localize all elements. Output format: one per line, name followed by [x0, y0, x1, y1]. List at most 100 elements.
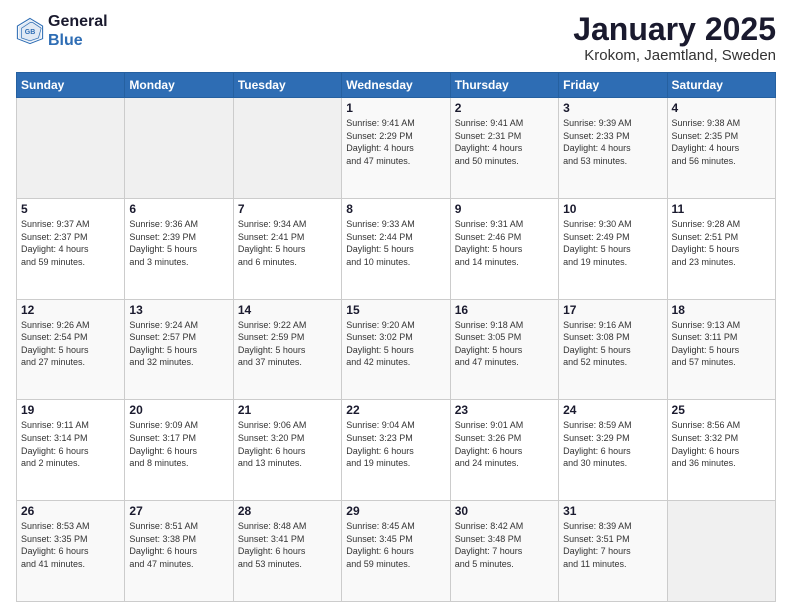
cell-week3-day5: 17Sunrise: 9:16 AM Sunset: 3:08 PM Dayli… — [559, 299, 667, 400]
cell-week4-day4: 23 Sunrise: 9:01 AM Sunset: 3:26 PM Dayli… — [450, 400, 558, 501]
day-info: Sunrise: 9:37 AM Sunset: 2:37 PM Dayligh… — [21, 218, 120, 268]
day-number: 22 — [346, 403, 445, 417]
week-row-4: 19 Sunrise: 9:11 AM Sunset: 3:14 PM Dayli… — [17, 400, 776, 501]
cell-week1-day3: 1 Sunrise: 9:41 AM Sunset: 2:29 PM Daylig… — [342, 98, 450, 199]
day-info: Sunrise: 9:09 AM Sunset: 3:17 PM Dayligh… — [129, 419, 228, 469]
day-number: 9 — [455, 202, 554, 216]
day-info: Sunrise: 9:39 AM Sunset: 2:33 PM Dayligh… — [563, 117, 662, 167]
day-number: 8 — [346, 202, 445, 216]
day-info: Sunrise: 8:53 AM Sunset: 3:35 PM Dayligh… — [21, 520, 120, 570]
day-info: Sunrise: 8:51 AM Sunset: 3:38 PM Dayligh… — [129, 520, 228, 570]
day-number: 31 — [563, 504, 662, 518]
day-info: Sunrise: 9:41 AM Sunset: 2:29 PM Dayligh… — [346, 117, 445, 167]
day-info: Sunrise: 9:22 AM Sunset: 2:59 PM Dayligh… — [238, 319, 337, 369]
cell-week2-day1: 6Sunrise: 9:36 AM Sunset: 2:39 PM Daylig… — [125, 198, 233, 299]
cell-week1-day5: 3 Sunrise: 9:39 AM Sunset: 2:33 PM Daylig… — [559, 98, 667, 199]
calendar-table: Sunday Monday Tuesday Wednesday Thursday… — [16, 72, 776, 602]
day-info: Sunrise: 9:04 AM Sunset: 3:23 PM Dayligh… — [346, 419, 445, 469]
header-tuesday: Tuesday — [233, 73, 341, 98]
day-info: Sunrise: 8:39 AM Sunset: 3:51 PM Dayligh… — [563, 520, 662, 570]
cell-week2-day4: 9 Sunrise: 9:31 AM Sunset: 2:46 PM Daylig… — [450, 198, 558, 299]
cell-week4-day5: 24 Sunrise: 8:59 AM Sunset: 3:29 PM Dayli… — [559, 400, 667, 501]
cell-week5-day5: 31 Sunrise: 8:39 AM Sunset: 3:51 PM Dayli… — [559, 501, 667, 602]
day-info: Sunrise: 9:33 AM Sunset: 2:44 PM Dayligh… — [346, 218, 445, 268]
day-number: 3 — [563, 101, 662, 115]
day-info: Sunrise: 9:30 AM Sunset: 2:49 PM Dayligh… — [563, 218, 662, 268]
day-info: Sunrise: 9:11 AM Sunset: 3:14 PM Dayligh… — [21, 419, 120, 469]
cell-week3-day0: 12 Sunrise: 9:26 AM Sunset: 2:54 PM Dayli… — [17, 299, 125, 400]
cell-week2-day5: 10Sunrise: 9:30 AM Sunset: 2:49 PM Dayli… — [559, 198, 667, 299]
calendar-subtitle: Krokom, Jaemtland, Sweden — [573, 47, 776, 64]
weekday-header-row: Sunday Monday Tuesday Wednesday Thursday… — [17, 73, 776, 98]
day-number: 26 — [21, 504, 120, 518]
day-info: Sunrise: 9:20 AM Sunset: 3:02 PM Dayligh… — [346, 319, 445, 369]
header-friday: Friday — [559, 73, 667, 98]
day-number: 14 — [238, 303, 337, 317]
calendar-body: 1 Sunrise: 9:41 AM Sunset: 2:29 PM Daylig… — [17, 98, 776, 602]
day-number: 21 — [238, 403, 337, 417]
day-info: Sunrise: 9:06 AM Sunset: 3:20 PM Dayligh… — [238, 419, 337, 469]
day-info: Sunrise: 9:28 AM Sunset: 2:51 PM Dayligh… — [672, 218, 771, 268]
header-saturday: Saturday — [667, 73, 775, 98]
day-number: 12 — [21, 303, 120, 317]
cell-week1-day4: 2 Sunrise: 9:41 AM Sunset: 2:31 PM Daylig… — [450, 98, 558, 199]
cell-week3-day3: 15 Sunrise: 9:20 AM Sunset: 3:02 PM Dayli… — [342, 299, 450, 400]
day-number: 24 — [563, 403, 662, 417]
week-row-1: 1 Sunrise: 9:41 AM Sunset: 2:29 PM Daylig… — [17, 98, 776, 199]
header-monday: Monday — [125, 73, 233, 98]
cell-week1-day1 — [125, 98, 233, 199]
day-info: Sunrise: 8:59 AM Sunset: 3:29 PM Dayligh… — [563, 419, 662, 469]
cell-week4-day3: 22 Sunrise: 9:04 AM Sunset: 3:23 PM Dayli… — [342, 400, 450, 501]
cell-week4-day1: 20 Sunrise: 9:09 AM Sunset: 3:17 PM Dayli… — [125, 400, 233, 501]
cell-week5-day1: 27 Sunrise: 8:51 AM Sunset: 3:38 PM Dayli… — [125, 501, 233, 602]
day-number: 2 — [455, 101, 554, 115]
logo-text: General Blue — [48, 12, 108, 50]
day-info: Sunrise: 9:26 AM Sunset: 2:54 PM Dayligh… — [21, 319, 120, 369]
cell-week5-day2: 28Sunrise: 8:48 AM Sunset: 3:41 PM Dayli… — [233, 501, 341, 602]
day-info: Sunrise: 9:38 AM Sunset: 2:35 PM Dayligh… — [672, 117, 771, 167]
logo-icon: GB — [16, 17, 44, 45]
cell-week4-day2: 21 Sunrise: 9:06 AM Sunset: 3:20 PM Dayli… — [233, 400, 341, 501]
day-number: 16 — [455, 303, 554, 317]
cell-week3-day4: 16 Sunrise: 9:18 AM Sunset: 3:05 PM Dayli… — [450, 299, 558, 400]
cell-week4-day0: 19 Sunrise: 9:11 AM Sunset: 3:14 PM Dayli… — [17, 400, 125, 501]
cell-week1-day6: 4 Sunrise: 9:38 AM Sunset: 2:35 PM Daylig… — [667, 98, 775, 199]
calendar-header: Sunday Monday Tuesday Wednesday Thursday… — [17, 73, 776, 98]
day-number: 11 — [672, 202, 771, 216]
day-number: 23 — [455, 403, 554, 417]
cell-week1-day0 — [17, 98, 125, 199]
day-number: 28 — [238, 504, 337, 518]
day-info: Sunrise: 9:36 AM Sunset: 2:39 PM Dayligh… — [129, 218, 228, 268]
day-number: 5 — [21, 202, 120, 216]
day-number: 19 — [21, 403, 120, 417]
day-number: 4 — [672, 101, 771, 115]
day-number: 27 — [129, 504, 228, 518]
day-number: 25 — [672, 403, 771, 417]
day-number: 20 — [129, 403, 228, 417]
day-number: 15 — [346, 303, 445, 317]
day-number: 29 — [346, 504, 445, 518]
day-info: Sunrise: 9:18 AM Sunset: 3:05 PM Dayligh… — [455, 319, 554, 369]
week-row-2: 5 Sunrise: 9:37 AM Sunset: 2:37 PM Daylig… — [17, 198, 776, 299]
day-info: Sunrise: 9:13 AM Sunset: 3:11 PM Dayligh… — [672, 319, 771, 369]
cell-week2-day3: 8 Sunrise: 9:33 AM Sunset: 2:44 PM Daylig… — [342, 198, 450, 299]
day-number: 30 — [455, 504, 554, 518]
logo: GB General Blue — [16, 12, 108, 50]
day-info: Sunrise: 8:42 AM Sunset: 3:48 PM Dayligh… — [455, 520, 554, 570]
header-sunday: Sunday — [17, 73, 125, 98]
cell-week2-day2: 7Sunrise: 9:34 AM Sunset: 2:41 PM Daylig… — [233, 198, 341, 299]
day-number: 1 — [346, 101, 445, 115]
cell-week3-day6: 18Sunrise: 9:13 AM Sunset: 3:11 PM Dayli… — [667, 299, 775, 400]
day-info: Sunrise: 9:41 AM Sunset: 2:31 PM Dayligh… — [455, 117, 554, 167]
calendar-title: January 2025 — [573, 12, 776, 47]
day-info: Sunrise: 9:01 AM Sunset: 3:26 PM Dayligh… — [455, 419, 554, 469]
cell-week2-day6: 11 Sunrise: 9:28 AM Sunset: 2:51 PM Dayli… — [667, 198, 775, 299]
cell-week3-day1: 13Sunrise: 9:24 AM Sunset: 2:57 PM Dayli… — [125, 299, 233, 400]
cell-week5-day6 — [667, 501, 775, 602]
cell-week4-day6: 25Sunrise: 8:56 AM Sunset: 3:32 PM Dayli… — [667, 400, 775, 501]
cell-week1-day2 — [233, 98, 341, 199]
header-wednesday: Wednesday — [342, 73, 450, 98]
day-info: Sunrise: 9:31 AM Sunset: 2:46 PM Dayligh… — [455, 218, 554, 268]
cell-week5-day3: 29Sunrise: 8:45 AM Sunset: 3:45 PM Dayli… — [342, 501, 450, 602]
day-info: Sunrise: 9:16 AM Sunset: 3:08 PM Dayligh… — [563, 319, 662, 369]
